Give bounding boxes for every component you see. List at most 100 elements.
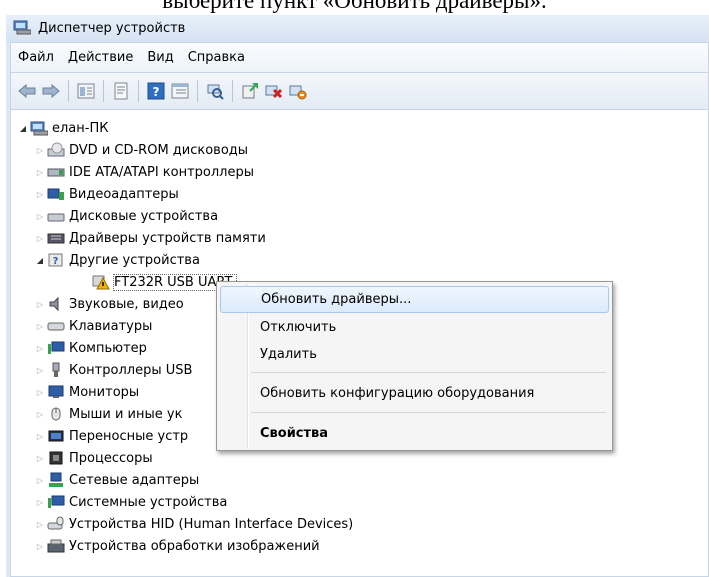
portable-device-icon (47, 428, 65, 444)
tree-item-label: Драйверы устройств памяти (69, 230, 266, 246)
computer-icon (47, 340, 65, 356)
ide-controller-icon (47, 164, 65, 180)
warning-device-icon (92, 274, 110, 290)
tree-item-label: Мониторы (69, 384, 140, 400)
expand-arrow-icon[interactable]: ▷ (35, 359, 45, 381)
title-bar: Диспетчер устройств (6, 15, 709, 42)
tree-item-keyboards[interactable]: ▷ Клавиатуры (35, 315, 152, 337)
tree-item-hid[interactable]: ▷ Устройства HID (Human Interface Device… (35, 513, 353, 535)
update-driver-icon[interactable] (239, 80, 261, 102)
collapse-arrow-icon[interactable]: ◢ (18, 117, 28, 139)
uninstall-device-icon[interactable] (263, 80, 285, 102)
expand-arrow-icon[interactable]: ▷ (35, 161, 45, 183)
tree-item-label: Клавиатуры (69, 318, 153, 334)
menu-help[interactable]: Справка (187, 48, 246, 67)
tree-item-label: Устройства обработки изображений (69, 538, 320, 554)
tree-item-mice[interactable]: ▷ Мыши и иные ук (35, 403, 183, 425)
svg-text:?: ? (153, 85, 160, 99)
toolbar-separator (232, 80, 233, 102)
tree-item-system[interactable]: ▷ Системные устройства (35, 491, 227, 513)
expand-arrow-icon[interactable]: ▷ (35, 491, 45, 513)
tree-item-label: Системные устройства (69, 494, 228, 510)
expand-arrow-icon[interactable]: ▷ (35, 205, 45, 227)
help-icon[interactable]: ? (145, 80, 167, 102)
scan-hardware-icon[interactable] (204, 80, 226, 102)
tree-item-network[interactable]: ▷ Сетевые адаптеры (35, 469, 199, 491)
optical-drive-icon (47, 142, 65, 158)
menu-action[interactable]: Действие (67, 48, 134, 67)
menu-separator (251, 412, 606, 413)
update-drivers-menu-item[interactable]: Обновить драйверы... (220, 286, 609, 313)
device-manager-icon (13, 19, 32, 39)
tree-item-label: Видеоадаптеры (69, 186, 179, 202)
expand-arrow-icon[interactable]: ▷ (35, 183, 45, 205)
tree-item-label: Сетевые адаптеры (69, 472, 200, 488)
menu-file[interactable]: Файл (17, 48, 55, 67)
back-arrow-icon[interactable] (16, 80, 38, 102)
tree-item-processors[interactable]: ▷ Процессоры (35, 447, 153, 469)
uninstall-menu-item[interactable]: Удалить (220, 341, 609, 368)
collapse-arrow-icon[interactable]: ◢ (35, 249, 45, 271)
toolbar-separator (138, 80, 139, 102)
expand-arrow-icon[interactable]: ▷ (35, 447, 45, 469)
expand-arrow-icon[interactable]: ▷ (35, 513, 45, 535)
menu-bar: Файл Действие Вид Справка (10, 42, 709, 72)
tree-item-label: Процессоры (69, 450, 153, 466)
tree-item-imaging[interactable]: ▷ Устройства обработки изображений (35, 535, 320, 557)
expand-arrow-icon[interactable]: ▷ (35, 381, 45, 403)
system-device-icon (47, 494, 65, 510)
processor-icon (47, 450, 65, 466)
console-view-icon[interactable] (169, 80, 191, 102)
expand-arrow-icon[interactable]: ▷ (35, 425, 45, 447)
tree-item-memory[interactable]: ▷ Драйверы устройств памяти (35, 227, 266, 249)
show-hide-tree-icon[interactable] (75, 80, 97, 102)
imaging-device-icon (47, 538, 65, 554)
toolbar: ? (10, 72, 709, 110)
toolbar-separator (197, 80, 198, 102)
tree-item-disk[interactable]: ▷ Дисковые устройства (35, 205, 218, 227)
expand-arrow-icon[interactable]: ▷ (35, 227, 45, 249)
tree-item-monitors[interactable]: ▷ Мониторы (35, 381, 139, 403)
forward-arrow-icon[interactable] (40, 80, 62, 102)
disable-menu-item[interactable]: Отключить (220, 314, 609, 341)
tree-item-label: Контроллеры USB (69, 362, 193, 378)
tree-item-label: Устройства HID (Human Interface Devices) (69, 516, 354, 532)
keyboard-icon (47, 318, 65, 334)
disable-device-icon[interactable] (287, 80, 309, 102)
tree-root[interactable]: ◢ елан-ПК (18, 117, 108, 139)
properties-menu-item[interactable]: Свойства (220, 420, 609, 447)
expand-arrow-icon[interactable]: ▷ (35, 469, 45, 491)
expand-arrow-icon[interactable]: ▷ (35, 535, 45, 557)
tree-item-portable[interactable]: ▷ Переносные устр (35, 425, 188, 447)
expand-arrow-icon[interactable]: ▷ (35, 293, 45, 315)
tree-item-label: Звуковые, видео (69, 296, 184, 312)
disk-drive-icon (47, 208, 65, 224)
display-adapter-icon (47, 186, 65, 202)
scan-hardware-menu-item[interactable]: Обновить конфигурацию оборудования (220, 380, 609, 407)
tree-item-label: IDE ATA/ATAPI контроллеры (69, 164, 255, 180)
tree-item-label: Переносные устр (69, 428, 189, 444)
toolbar-separator (103, 80, 104, 102)
document-caption: выберите пункт «Обновить драйверы». (162, 0, 547, 13)
svg-text:?: ? (53, 256, 59, 267)
expand-arrow-icon[interactable]: ▷ (35, 139, 45, 161)
context-menu: Обновить драйверы... Отключить Удалить О… (216, 281, 613, 451)
tree-item-other-devices[interactable]: ◢ ? Другие устройства (35, 249, 200, 271)
mouse-icon (47, 406, 65, 422)
expand-arrow-icon[interactable]: ▷ (35, 337, 45, 359)
menu-view[interactable]: Вид (146, 48, 174, 67)
expand-arrow-icon[interactable]: ▷ (35, 315, 45, 337)
window-title: Диспетчер устройств (38, 21, 186, 36)
tree-item-usb[interactable]: ▷ Контроллеры USB (35, 359, 192, 381)
tree-item-computer[interactable]: ▷ Компьютер (35, 337, 147, 359)
network-adapter-icon (47, 472, 65, 488)
expand-arrow-icon[interactable]: ▷ (35, 403, 45, 425)
tree-item-sound[interactable]: ▷ Звуковые, видео (35, 293, 184, 315)
properties-icon[interactable] (110, 80, 132, 102)
tree-item-dvd[interactable]: ▷ DVD и CD-ROM дисководы (35, 139, 248, 161)
tree-item-ft232r[interactable]: FT232R USB UART (92, 271, 238, 293)
tree-item-label: Другие устройства (69, 252, 200, 268)
tree-item-video[interactable]: ▷ Видеоадаптеры (35, 183, 179, 205)
tree-item-ide[interactable]: ▷ IDE ATA/ATAPI контроллеры (35, 161, 254, 183)
hid-icon (47, 516, 65, 532)
